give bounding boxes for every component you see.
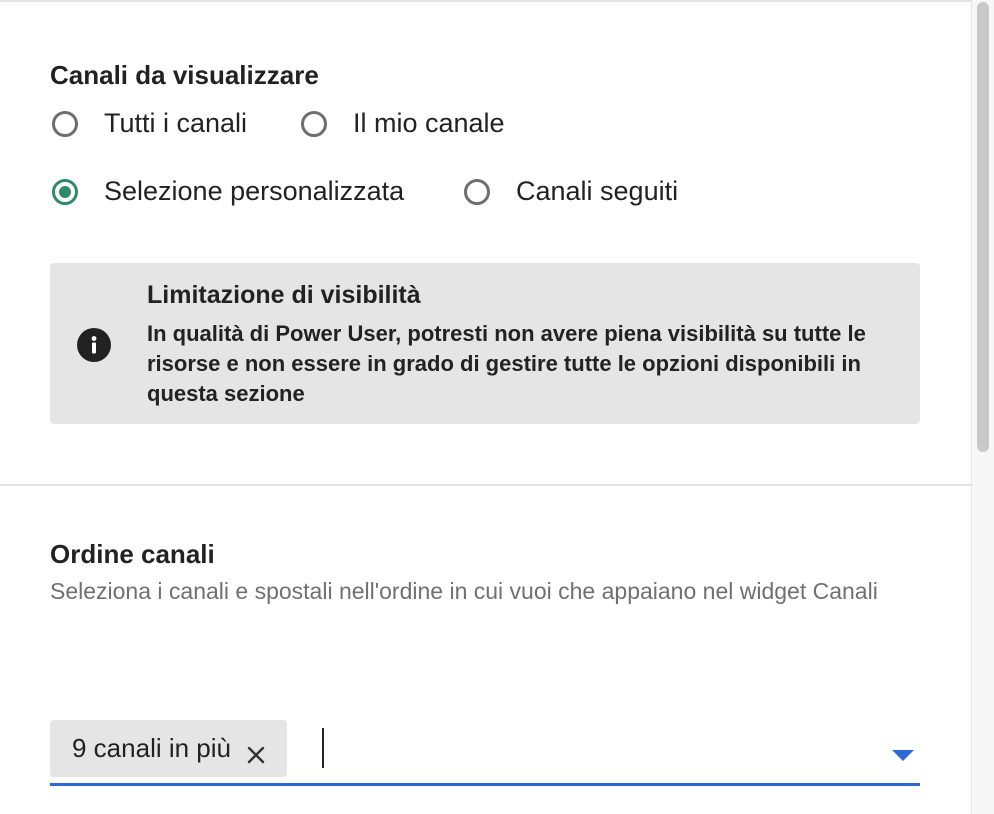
radio-custom-selection[interactable]: Selezione personalizzata: [52, 176, 404, 207]
chip-label: 9 canali in più: [72, 733, 231, 763]
visibility-notice: Limitazione di visibilità In qualità di …: [50, 263, 920, 424]
radio-label-my-channel: Il mio canale: [353, 108, 505, 138]
notice-title: Limitazione di visibilità: [147, 281, 421, 309]
radio-checked-icon[interactable]: [52, 178, 78, 205]
order-section-description: Seleziona i canali e spostali nell'ordin…: [50, 578, 878, 604]
input-underline: [50, 783, 920, 786]
section-divider: [0, 484, 971, 486]
chevron-down-icon[interactable]: [888, 740, 918, 770]
radio-label-all-channels: Tutti i canali: [104, 108, 248, 138]
top-divider: [0, 0, 971, 2]
radio-circle-icon[interactable]: [52, 110, 78, 137]
close-icon[interactable]: [247, 740, 265, 763]
info-icon: [77, 328, 111, 362]
scrollbar-thumb[interactable]: [977, 2, 989, 452]
more-channels-chip: 9 canali in più: [50, 720, 287, 777]
notice-text: In qualità di Power User, potresti non a…: [147, 321, 866, 406]
radio-circle-icon[interactable]: [301, 110, 327, 137]
radio-circle-icon[interactable]: [464, 178, 490, 205]
channel-settings-panel: Canali da visualizzare Tutti i canali Il…: [0, 0, 994, 814]
radio-all-channels[interactable]: Tutti i canali: [52, 108, 247, 139]
channels-section-title: Canali da visualizzare: [50, 60, 319, 90]
radio-label-followed-channels: Canali seguiti: [516, 176, 679, 206]
order-section-title: Ordine canali: [50, 539, 215, 569]
channel-search-input[interactable]: [322, 728, 324, 768]
radio-label-custom-selection: Selezione personalizzata: [104, 176, 405, 206]
radio-followed-channels[interactable]: Canali seguiti: [464, 176, 678, 207]
radio-my-channel[interactable]: Il mio canale: [301, 108, 505, 139]
